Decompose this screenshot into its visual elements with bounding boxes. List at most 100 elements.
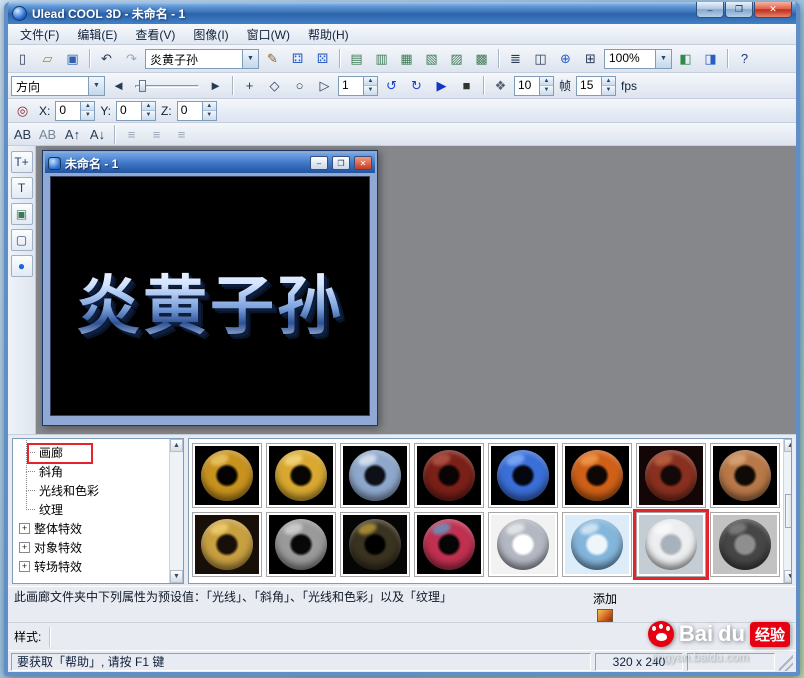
edit-text-tool-icon[interactable]: T	[10, 177, 33, 199]
selection-tool-icon[interactable]: ▢	[10, 229, 33, 251]
spin-up-icon[interactable]: ▲	[540, 76, 553, 86]
export-animation-icon[interactable]: ❖	[489, 75, 512, 96]
window-layout-icon-1[interactable]: ▤	[345, 48, 368, 69]
dice-icon-2[interactable]: ⚄	[311, 48, 334, 69]
x-spinner[interactable]: 0 ▲ ▼	[55, 100, 96, 121]
menu-window[interactable]: 窗口(W)	[238, 24, 299, 45]
gallery-item-chrome-blue-ring[interactable]	[340, 443, 410, 508]
tree-item-bevel[interactable]: 斜角	[15, 453, 169, 481]
object-manager-icon[interactable]: ≣	[504, 48, 527, 69]
gallery-item-copper-ring[interactable]	[710, 443, 780, 508]
gallery-item-maroon-ring[interactable]	[414, 443, 484, 508]
chevron-down-icon[interactable]: ▼	[655, 49, 671, 68]
insert-text-icon[interactable]: AB	[11, 124, 34, 145]
web-icon[interactable]: ⊕	[554, 48, 577, 69]
spin-down-icon[interactable]: ▼	[602, 86, 616, 95]
gallery-item-black-gold-spots-ring[interactable]	[340, 512, 410, 577]
next-keyframe-icon[interactable]: ►	[204, 75, 227, 96]
gallery-item-dark-red-carved-ring[interactable]	[636, 443, 706, 508]
scroll-down-icon[interactable]: ▼	[170, 570, 183, 583]
child-titlebar[interactable]: 未命名 - 1 – ❐ ✕	[45, 153, 375, 173]
gallery-item-gold-beaded-ring[interactable]	[192, 512, 262, 577]
y-spinner[interactable]: 0 ▲ ▼	[116, 100, 157, 121]
gallery-item-silver-ring[interactable]	[488, 512, 558, 577]
menu-view[interactable]: 查看(V)	[126, 24, 184, 45]
window-layout-icon-4[interactable]: ▧	[420, 48, 443, 69]
edit-text-char-icon[interactable]: AB	[36, 124, 59, 145]
insert-text-tool-icon[interactable]: T+	[10, 151, 33, 173]
insert-image-tool-icon[interactable]: ▣	[10, 203, 33, 225]
undo-icon[interactable]: ↶	[95, 48, 118, 69]
gallery-item-light-blue-ring[interactable]	[562, 512, 632, 577]
fps-spinner[interactable]: 15 ▲ ▼	[576, 75, 617, 96]
zoom-combo[interactable]: 100% ▼	[604, 48, 672, 69]
tree-item-object-effects[interactable]: + 对象特效	[15, 538, 169, 557]
kerning-up-icon[interactable]: A↑	[61, 124, 84, 145]
child-close-button[interactable]: ✕	[354, 156, 372, 170]
tree-item-transition-effects[interactable]: + 转场特效	[15, 557, 169, 576]
sphere-tool-icon[interactable]: ●	[10, 255, 33, 277]
spin-up-icon[interactable]: ▲	[202, 101, 216, 111]
render-canvas[interactable]: 炎黄子孙	[50, 176, 370, 416]
add-style-icon[interactable]	[597, 609, 613, 622]
spin-up-icon[interactable]: ▲	[602, 76, 616, 86]
direction-combo[interactable]: 方向 ▼	[11, 75, 105, 96]
child-minimize-button[interactable]: –	[310, 156, 328, 170]
gallery-scrollbar[interactable]: ▲ ▼	[783, 439, 791, 583]
render-quality-icon[interactable]: ◧	[674, 48, 697, 69]
slider-handle[interactable]	[139, 79, 146, 92]
z-spinner[interactable]: 0 ▲ ▼	[176, 100, 217, 121]
spin-down-icon[interactable]: ▼	[364, 86, 377, 95]
align-right-icon[interactable]: ≡	[170, 124, 193, 145]
play-direction-icon[interactable]: ▷	[313, 75, 336, 96]
scale-object-icon[interactable]: ◇	[263, 75, 286, 96]
loop-forward-icon[interactable]: ↻	[405, 75, 428, 96]
gallery-item-steel-holes-ring[interactable]	[266, 512, 336, 577]
gallery-item-orange-ribbed-ring[interactable]	[562, 443, 632, 508]
scroll-down-icon[interactable]: ▼	[784, 570, 791, 583]
chevron-down-icon[interactable]: ▼	[88, 76, 104, 95]
tree-scrollbar[interactable]: ▲ ▼	[169, 439, 183, 583]
chevron-down-icon[interactable]: ▼	[242, 49, 258, 68]
expand-icon[interactable]: +	[19, 542, 30, 553]
menu-help[interactable]: 帮助(H)	[299, 24, 358, 45]
context-help-icon[interactable]: ?	[733, 48, 756, 69]
child-window[interactable]: 未命名 - 1 – ❐ ✕ 炎黄子孙	[42, 150, 378, 426]
window-layout-icon-5[interactable]: ▨	[445, 48, 468, 69]
scroll-up-icon[interactable]: ▲	[170, 439, 183, 452]
preset-combo[interactable]: 炎黄子孙 ▼	[145, 48, 259, 69]
gallery-item-blue-texture-ring[interactable]	[488, 443, 558, 508]
tree-item-texture[interactable]: 纹理	[15, 491, 169, 519]
maximize-button[interactable]: ❐	[725, 2, 753, 18]
rotate-object-icon[interactable]: ○	[288, 75, 311, 96]
add-block[interactable]: 添加	[584, 590, 626, 622]
child-restore-button[interactable]: ❐	[332, 156, 350, 170]
align-left-icon[interactable]: ≡	[120, 124, 143, 145]
align-center-icon[interactable]: ≡	[145, 124, 168, 145]
menu-image[interactable]: 图像(I)	[184, 24, 237, 45]
spin-up-icon[interactable]: ▲	[142, 101, 156, 111]
window-layout-icon-3[interactable]: ▦	[395, 48, 418, 69]
fit-window-icon[interactable]: ◫	[529, 48, 552, 69]
spin-down-icon[interactable]: ▼	[81, 111, 95, 120]
frame-slider[interactable]	[134, 78, 200, 94]
open-file-icon[interactable]: ▱	[36, 48, 59, 69]
stop-icon[interactable]: ■	[455, 75, 478, 96]
menu-edit[interactable]: 编辑(E)	[68, 24, 126, 45]
scrollbar-thumb[interactable]	[785, 494, 791, 528]
gallery-item-white-ring[interactable]	[636, 512, 706, 577]
tree-item-global-effects[interactable]: + 整体特效	[15, 519, 169, 538]
spin-up-icon[interactable]: ▲	[81, 101, 95, 111]
spin-up-icon[interactable]: ▲	[364, 76, 377, 86]
spin-down-icon[interactable]: ▼	[540, 86, 553, 95]
gallery-item-bolted-steel-ring[interactable]	[710, 512, 780, 577]
loop-back-icon[interactable]: ↺	[380, 75, 403, 96]
gallery-item-rainbow-mosaic-ring[interactable]	[414, 512, 484, 577]
coordinate-mode-icon[interactable]: ◎	[11, 100, 34, 121]
spin-down-icon[interactable]: ▼	[202, 111, 216, 120]
grid-icon[interactable]: ⊞	[579, 48, 602, 69]
dice-icon-1[interactable]: ⚃	[286, 48, 309, 69]
save-icon[interactable]: ▣	[61, 48, 84, 69]
window-layout-icon-6[interactable]: ▩	[470, 48, 493, 69]
kerning-down-icon[interactable]: A↓	[86, 124, 109, 145]
